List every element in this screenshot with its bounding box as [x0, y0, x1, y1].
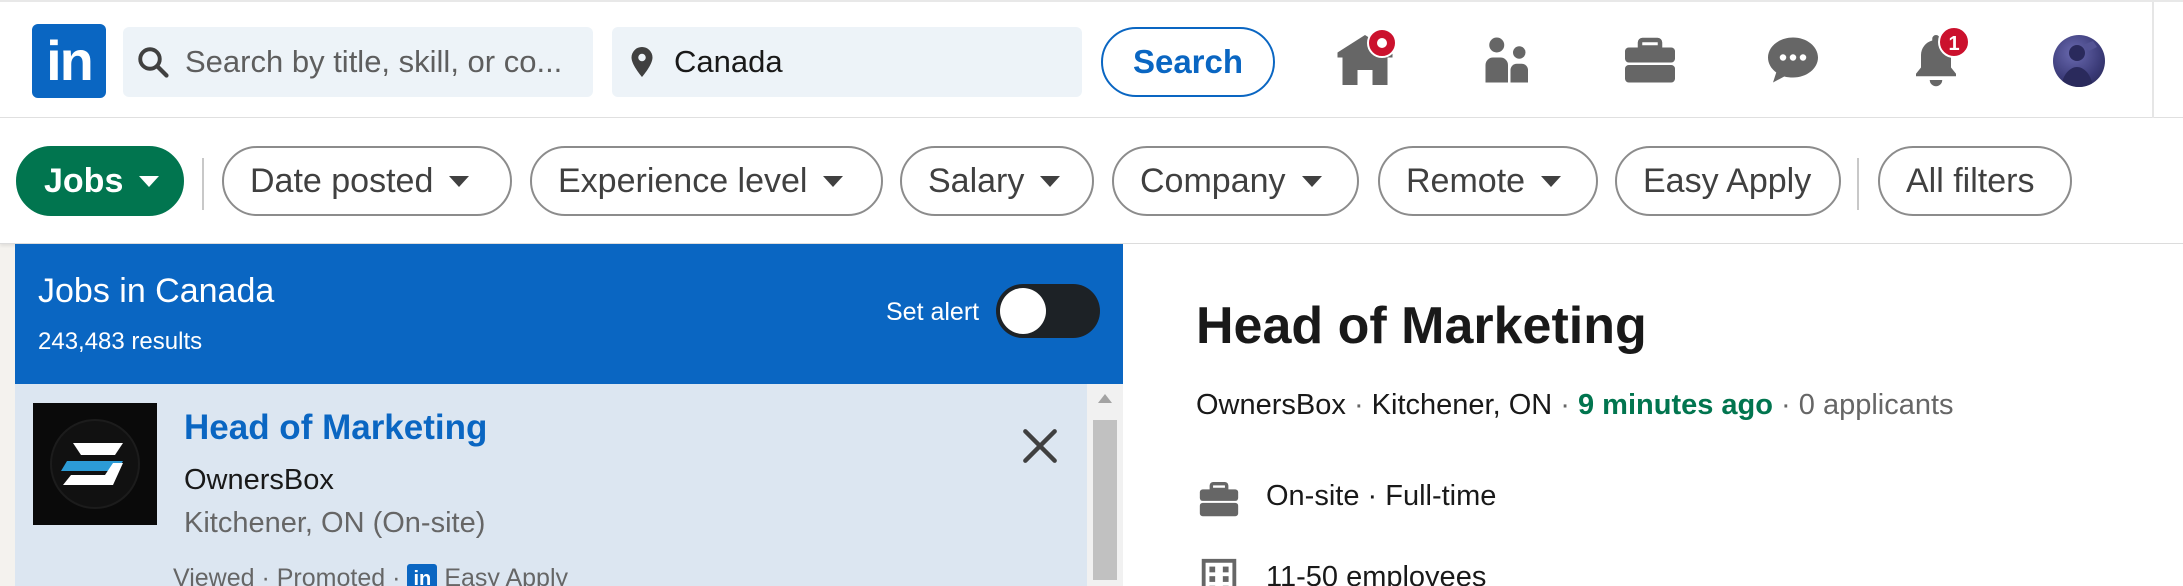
nav-messaging[interactable] — [1763, 30, 1823, 90]
toggle-knob — [1000, 288, 1046, 334]
set-alert-label: Set alert — [886, 298, 980, 326]
posted-time: 9 minutes ago — [1577, 389, 1773, 421]
nav-notifications[interactable]: 1 — [1906, 26, 1970, 90]
chevron-down-icon — [823, 175, 844, 187]
all-filters-label: All filters — [1906, 162, 2035, 200]
job-location: Kitchener, ON (On-site) — [184, 507, 486, 539]
linkedin-easy-apply-icon: in — [407, 564, 438, 586]
job-list-panel: Jobs in Canada 243,483 results Set alert… — [15, 244, 1123, 586]
nav-my-network[interactable] — [1478, 30, 1538, 90]
separator: · — [1772, 389, 1799, 421]
job-company: OwnersBox — [184, 464, 334, 496]
set-alert-toggle[interactable] — [996, 284, 1100, 338]
ownersbox-logo — [50, 419, 140, 509]
location-pin-icon — [631, 47, 653, 77]
nav-home[interactable] — [1335, 28, 1397, 90]
job-detail-title: Head of Marketing — [1196, 297, 1647, 355]
experience-level-filter[interactable]: Experience level — [530, 146, 883, 216]
detail-company-link[interactable]: OwnersBox — [1196, 389, 1346, 421]
search-results-title: Jobs in Canada — [38, 272, 275, 310]
easy-apply-filter[interactable]: Easy Apply — [1615, 146, 1841, 216]
chevron-down-icon — [449, 175, 470, 187]
remote-label: Remote — [1406, 162, 1526, 200]
top-nav: in Search by title, skill, or co... Cana… — [0, 0, 2183, 120]
salary-label: Salary — [928, 162, 1025, 200]
results-count: 243,483 results — [38, 328, 203, 355]
all-filters-button[interactable]: All filters — [1878, 146, 2072, 216]
chevron-down-icon — [1301, 175, 1322, 187]
applicant-count: 0 applicants — [1798, 389, 1954, 421]
separator: · — [1552, 389, 1578, 421]
home-dot-badge — [1367, 28, 1397, 58]
filter-bar: Jobs Date posted Experience level Salary… — [0, 118, 2183, 244]
job-meta-status: Viewed · Promoted · — [173, 564, 408, 586]
chevron-down-icon — [1541, 175, 1562, 187]
salary-filter[interactable]: Salary — [900, 146, 1094, 216]
nav-edge-divider — [2152, 2, 2154, 120]
separator: · — [1345, 389, 1372, 421]
experience-level-label: Experience level — [558, 162, 808, 200]
jobs-filter-label: Jobs — [44, 162, 124, 200]
building-icon — [1201, 558, 1237, 586]
location-value: Canada — [674, 44, 783, 79]
job-meta-easy-apply: Easy Apply — [437, 564, 569, 586]
company-logo — [33, 403, 157, 525]
company-filter[interactable]: Company — [1112, 146, 1359, 216]
close-icon[interactable] — [1018, 424, 1062, 468]
job-title-link[interactable]: Head of Marketing — [184, 408, 487, 448]
job-card[interactable]: Head of Marketing OwnersBox Kitchener, O… — [15, 384, 1087, 586]
linkedin-jobs-page: in Search by title, skill, or co... Cana… — [0, 0, 2183, 586]
date-posted-filter[interactable]: Date posted — [222, 146, 512, 216]
filter-divider — [202, 158, 204, 210]
search-icon — [138, 47, 169, 78]
avatar[interactable] — [2053, 35, 2105, 87]
jobs-filter-button[interactable]: Jobs — [16, 146, 184, 216]
nav-jobs[interactable] — [1620, 30, 1680, 90]
job-meta: Viewed · Promoted · in Easy Apply — [173, 564, 568, 586]
filter-divider — [1857, 158, 1859, 210]
briefcase-icon — [1199, 481, 1239, 517]
my-network-icon — [1485, 37, 1528, 83]
workplace-type: On-site · Full-time — [1266, 480, 1497, 512]
notifications-badge: 1 — [1938, 26, 1970, 58]
date-posted-label: Date posted — [250, 162, 434, 200]
detail-location: Kitchener, ON — [1371, 389, 1553, 421]
company-size: 11-50 employees — [1266, 561, 1487, 586]
chevron-down-icon — [139, 175, 160, 187]
messaging-icon — [1768, 37, 1818, 83]
job-list-header: Jobs in Canada 243,483 results Set alert — [15, 244, 1123, 384]
easy-apply-label: Easy Apply — [1643, 162, 1812, 200]
chevron-down-icon — [1040, 175, 1061, 187]
profile-photo — [2061, 41, 2097, 87]
job-list-scrollbar[interactable] — [1087, 384, 1123, 586]
search-button[interactable]: Search — [1101, 27, 1275, 97]
location-input[interactable]: Canada — [612, 27, 1082, 97]
scrollbar-thumb[interactable] — [1093, 420, 1117, 580]
search-placeholder: Search by title, skill, or co... — [185, 44, 563, 79]
company-label: Company — [1140, 162, 1286, 200]
job-detail-panel: Head of Marketing OwnersBox · Kitchener,… — [1123, 244, 2183, 586]
search-input[interactable]: Search by title, skill, or co... — [123, 27, 593, 97]
linkedin-logo[interactable]: in — [32, 24, 106, 98]
remote-filter[interactable]: Remote — [1378, 146, 1598, 216]
job-detail-subtitle: OwnersBox · Kitchener, ON · 9 minutes ag… — [1196, 389, 1954, 422]
jobs-icon — [1625, 37, 1675, 83]
scroll-up-arrow-icon[interactable] — [1098, 394, 1112, 403]
